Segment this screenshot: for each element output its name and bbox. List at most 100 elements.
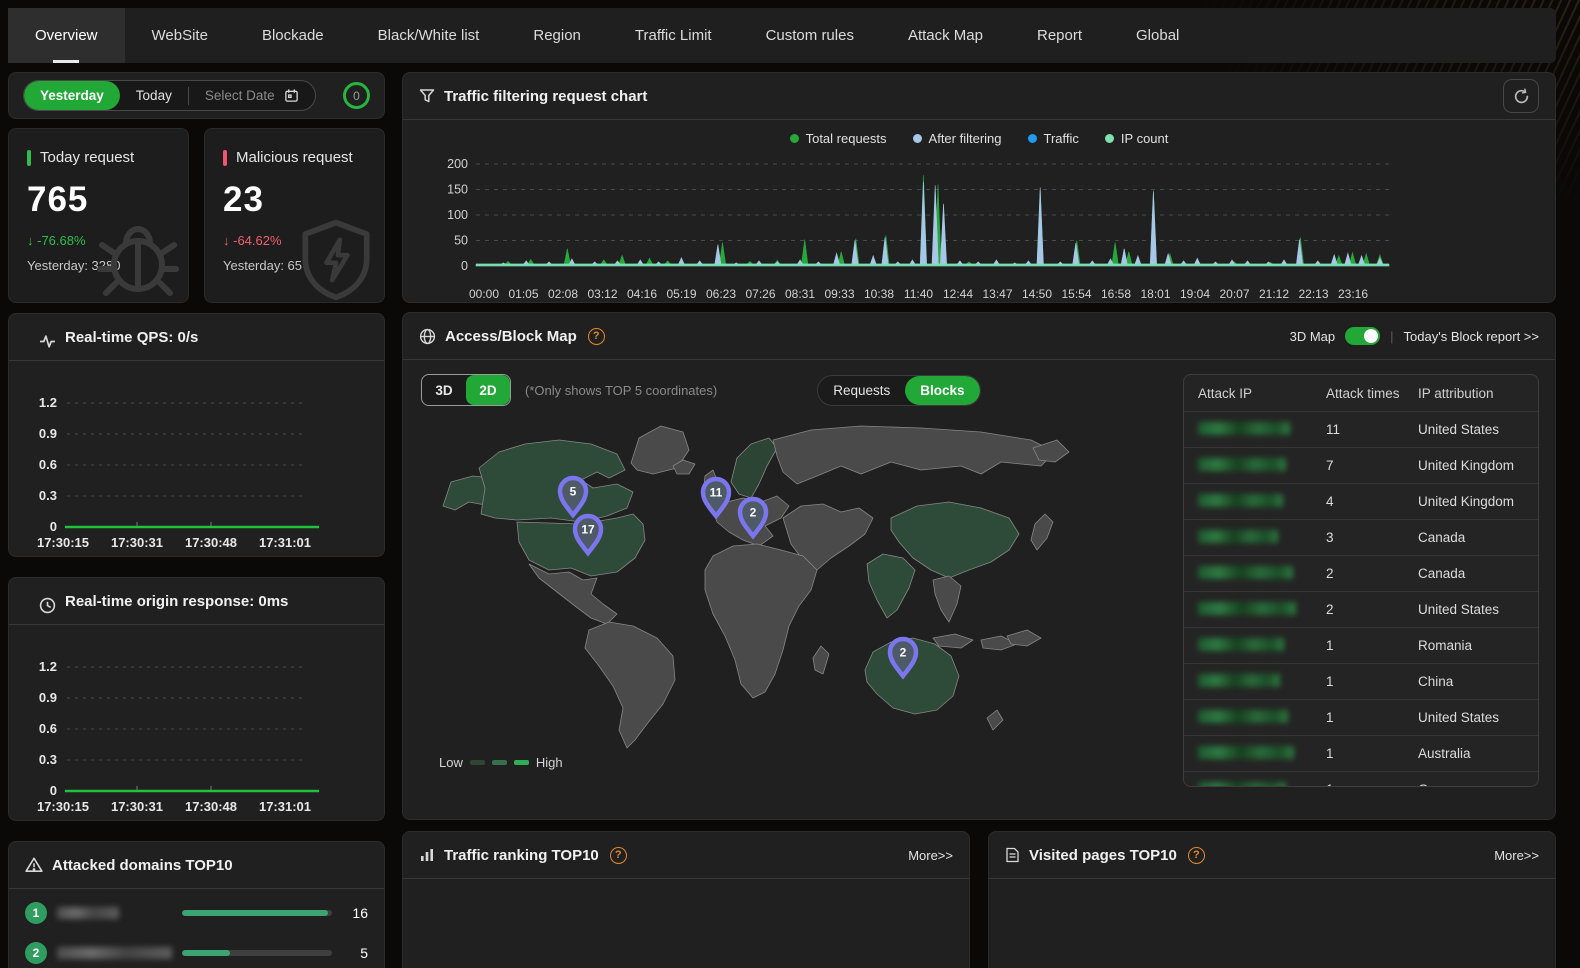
globe-icon [419,328,436,345]
dashboard: OverviewWebSiteBlockadeBlack/White listR… [0,0,1580,968]
svg-text:01:05: 01:05 [508,287,538,301]
attacked-domain-row[interactable]: 116 [9,897,384,929]
density-dash-high [514,760,529,765]
block-report-link[interactable]: Today's Block report >> [1404,329,1539,344]
date-option-today[interactable]: Today [120,81,188,110]
svg-text:20:07: 20:07 [1219,287,1249,301]
ip-attribution-value: United Kingdom [1418,458,1524,473]
svg-text:0.6: 0.6 [39,721,57,736]
traffic-chart-panel: Traffic filtering request chart Total re… [402,72,1556,303]
map-mode-requests[interactable]: Requests [818,376,905,405]
legend-item[interactable]: IP count [1105,131,1168,146]
select-date-button[interactable]: Select Date [189,81,315,110]
legend-item[interactable]: Traffic [1028,131,1079,146]
svg-text:09:33: 09:33 [824,287,854,301]
svg-text:13:47: 13:47 [982,287,1012,301]
svg-text:1.2: 1.2 [39,395,57,410]
attack-count-bar [182,910,332,916]
card-title: Today request [27,149,170,166]
redacted-attack-ip [1198,638,1284,651]
tab-custom-rules[interactable]: Custom rules [739,8,881,63]
tab-overview[interactable]: Overview [8,8,125,63]
tab-report[interactable]: Report [1010,8,1109,63]
traffic-ranking-title: Traffic ranking TOP10 [444,847,599,864]
legend-dot-icon [1105,134,1114,143]
svg-text:14:50: 14:50 [1022,287,1052,301]
svg-text:21:12: 21:12 [1259,287,1289,301]
legend-label: Traffic [1044,131,1079,146]
visited-pages-panel: Visited pages TOP10 ? More>> [988,831,1556,968]
card-title: Malicious request [223,149,366,166]
attack-table-row[interactable]: 1Australia [1184,735,1538,771]
tab-black-white-list[interactable]: Black/White list [351,8,507,63]
attacked-domains-title: Attacked domains TOP10 [52,857,233,874]
visited-pages-more-link[interactable]: More>> [1494,848,1539,863]
map-view-3d[interactable]: 3D [422,375,466,405]
tab-traffic-limit[interactable]: Traffic Limit [608,8,739,63]
attack-table-row[interactable]: 3Canada [1184,519,1538,555]
notification-count-badge[interactable]: 0 [343,82,370,109]
attack-table-header: Attack IPAttack timesIP attribution [1184,375,1538,411]
attack-table-row[interactable]: 7United Kingdom [1184,447,1538,483]
ip-attribution-value: Canada [1418,566,1524,581]
attack-table-row[interactable]: 1Germany [1184,771,1538,787]
clock-icon [25,589,56,614]
tab-attack-map[interactable]: Attack Map [881,8,1010,63]
map-view-2d[interactable]: 2D [466,375,510,405]
attack-table-row[interactable]: 2Canada [1184,555,1538,591]
date-option-yesterday[interactable]: Yesterday [24,81,120,110]
svg-text:0.3: 0.3 [39,488,57,503]
attack-table-row[interactable]: 1China [1184,663,1538,699]
ip-attribution-value: United States [1418,602,1524,617]
svg-text:2: 2 [750,506,757,520]
tab-region[interactable]: Region [506,8,608,63]
top-nav: OverviewWebSiteBlockadeBlack/White listR… [8,8,1556,63]
redacted-attack-ip [1198,566,1293,579]
attacked-domain-row[interactable]: 25 [9,937,384,968]
attack-table-row[interactable]: 1United States [1184,699,1538,735]
map-title: Access/Block Map [445,328,577,345]
legend-dot-icon [1028,134,1037,143]
redacted-domain [57,947,172,959]
map-mode-blocks[interactable]: Blocks [905,376,979,405]
legend-item[interactable]: Total requests [790,131,887,146]
tab-website[interactable]: WebSite [125,8,235,63]
svg-text:00:00: 00:00 [469,287,499,301]
legend-high-label: High [536,755,563,770]
chart-legend: Total requests After filtering Traffic IP c… [403,122,1555,154]
attack-times-value: 2 [1326,602,1418,617]
map-view-segmented: 3D 2D [421,374,511,406]
legend-label: Total requests [806,131,887,146]
attack-table-row[interactable]: 11United States [1184,411,1538,447]
map-note: (*Only shows TOP 5 coordinates) [525,383,717,398]
column-header: Attack times [1326,386,1418,401]
help-icon[interactable]: ? [610,847,627,864]
attack-table-row[interactable]: 2United States [1184,591,1538,627]
svg-text:17:30:15: 17:30:15 [37,535,89,550]
svg-text:200: 200 [447,157,468,171]
realtime-origin-panel: Real-time origin response: 0ms 00.30.60.… [8,577,385,821]
ip-attribution-value: China [1418,674,1524,689]
tab-blockade[interactable]: Blockade [235,8,351,63]
legend-label: After filtering [929,131,1002,146]
world-map[interactable]: 5171122 [421,418,1166,753]
attack-times-value: 7 [1326,458,1418,473]
svg-text:5: 5 [570,485,577,499]
map-3d-toggle[interactable] [1345,327,1380,345]
svg-text:17:31:01: 17:31:01 [259,799,311,814]
divider: | [1390,329,1393,344]
attack-table-row[interactable]: 1Romania [1184,627,1538,663]
column-header: IP attribution [1418,386,1524,401]
svg-text:15:54: 15:54 [1061,287,1091,301]
traffic-ranking-panel: Traffic ranking TOP10 ? More>> [402,831,970,968]
traffic-ranking-more-link[interactable]: More>> [908,848,953,863]
refresh-button[interactable] [1503,79,1539,113]
svg-text:0.6: 0.6 [39,457,57,472]
help-icon[interactable]: ? [588,328,605,345]
svg-text:1.2: 1.2 [39,659,57,674]
tab-global[interactable]: Global [1109,8,1206,63]
attack-table-row[interactable]: 4United Kingdom [1184,483,1538,519]
help-icon[interactable]: ? [1188,847,1205,864]
legend-item[interactable]: After filtering [913,131,1002,146]
attack-times-value: 4 [1326,494,1418,509]
